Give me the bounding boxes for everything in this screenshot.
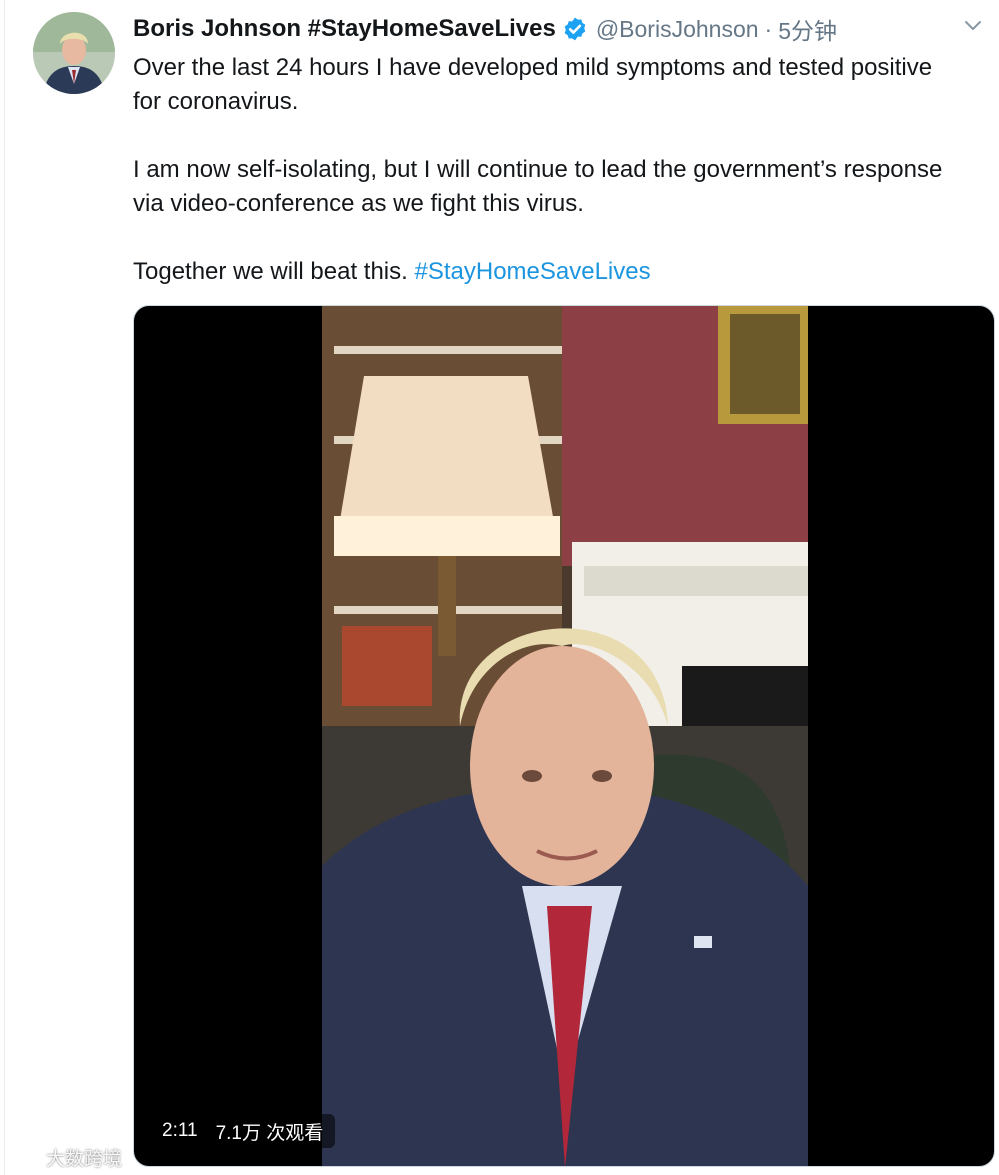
video-player[interactable]: 2:11 7.1万 次观看: [133, 305, 995, 1167]
watermark: 大数跨境: [8, 1144, 122, 1170]
tweet-paragraph: Together we will beat this. #StayHomeSav…: [133, 255, 953, 289]
video-meta-overlay: 2:11 7.1万 次观看: [150, 1114, 336, 1148]
display-name[interactable]: Boris Johnson #StayHomeSaveLives: [133, 15, 556, 43]
tweet-text: Over the last 24 hours I have developed …: [133, 51, 953, 289]
chevron-down-icon[interactable]: [961, 14, 985, 38]
video-frame: [322, 306, 808, 1166]
verified-badge-icon: [564, 17, 586, 41]
tweet-paragraph: Over the last 24 hours I have developed …: [133, 54, 933, 115]
video-duration: 2:11: [162, 1120, 198, 1141]
hashtag-link[interactable]: #StayHomeSaveLives: [414, 258, 650, 285]
timestamp[interactable]: 5分钟: [778, 12, 837, 46]
tweet-paragraph: I am now self-isolating, but I will cont…: [133, 156, 943, 217]
view-count: 7.1万 次观看: [215, 1122, 324, 1144]
closing-text: Together we will beat this.: [133, 258, 408, 285]
tweet-header: Boris Johnson #StayHomeSaveLives @BorisJ…: [133, 12, 837, 46]
avatar[interactable]: [33, 12, 115, 94]
watermark-logo-icon: [9, 1150, 41, 1164]
video-thumbnail: [322, 306, 808, 1166]
separator-dot: ·: [764, 15, 773, 42]
user-handle[interactable]: @BorisJohnson: [596, 16, 759, 43]
watermark-text: 大数跨境: [46, 1148, 123, 1170]
profile-photo: [33, 12, 115, 94]
timeline-border: [4, 0, 5, 1175]
